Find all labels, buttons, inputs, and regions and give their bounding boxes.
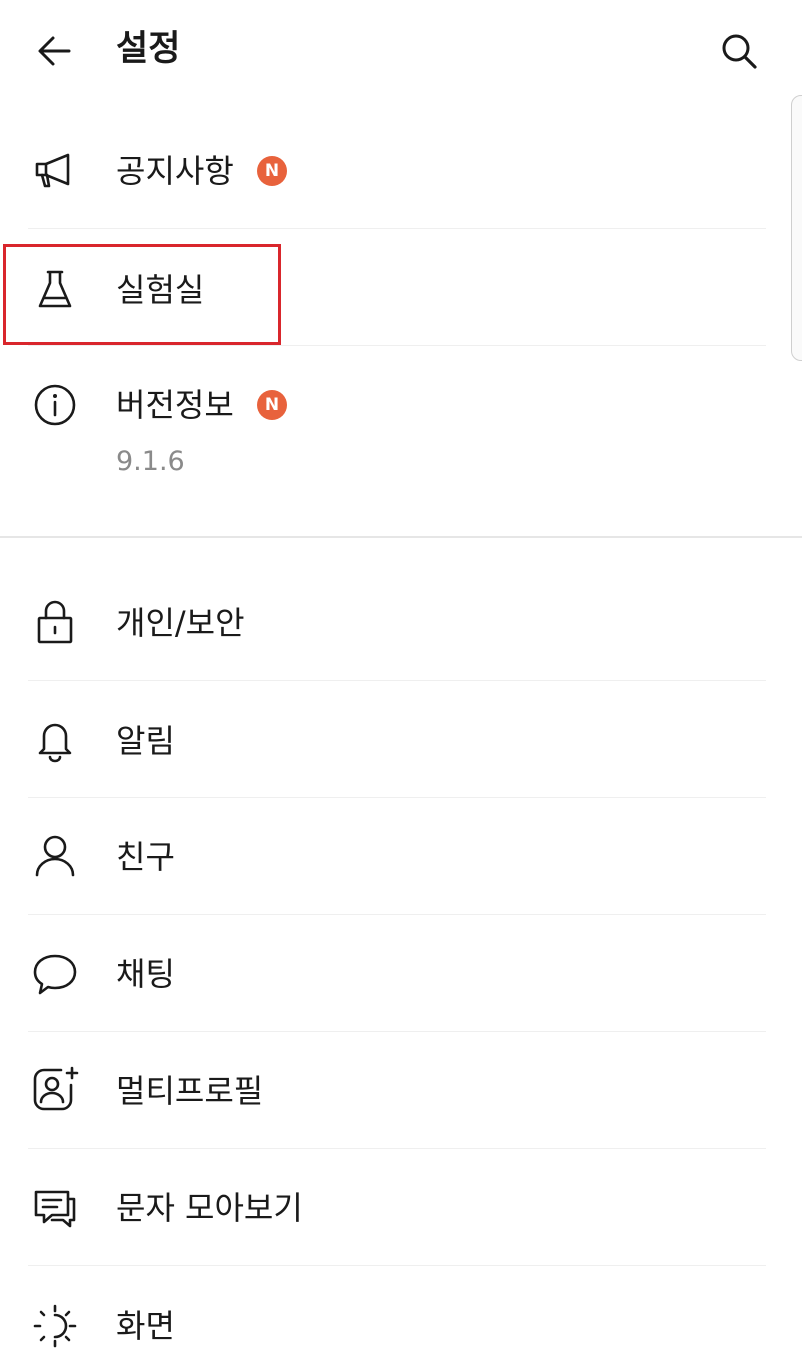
menu-item-privacy[interactable]: 개인/보안 <box>0 565 802 680</box>
menu-item-friends[interactable]: 친구 <box>0 798 802 914</box>
menu-item-label: 공지사항 <box>116 152 234 190</box>
person-icon <box>30 831 80 881</box>
menu-item-multi-profile[interactable]: 멀티프로필 <box>0 1032 802 1148</box>
new-badge: N <box>257 390 287 420</box>
page-title: 설정 <box>116 29 181 69</box>
flask-icon <box>30 265 80 315</box>
new-badge: N <box>257 156 287 186</box>
settings-screen: 설정 공지사항 N 실험실 버전정보 N 9.1.6 개인/보안 알림 친구 채… <box>0 0 802 1372</box>
megaphone-icon <box>30 146 80 196</box>
section-divider <box>0 536 802 538</box>
version-number: 9.1.6 <box>116 446 185 477</box>
menu-item-label: 멀티프로필 <box>116 1072 264 1110</box>
multi-profile-icon <box>30 1064 80 1114</box>
menu-item-message-collection[interactable]: 문자 모아보기 <box>0 1149 802 1265</box>
bell-icon <box>30 715 80 765</box>
menu-item-chat[interactable]: 채팅 <box>0 915 802 1031</box>
menu-item-notifications[interactable]: 알림 <box>0 681 802 797</box>
menu-item-label: 문자 모아보기 <box>116 1189 303 1227</box>
menu-item-lab[interactable]: 실험실 <box>0 229 802 345</box>
menu-item-label: 실험실 <box>116 271 205 309</box>
message-collection-icon <box>30 1184 80 1234</box>
menu-item-label: 버전정보 <box>116 386 234 424</box>
lock-icon <box>30 597 80 647</box>
menu-item-label: 친구 <box>116 838 175 876</box>
back-button[interactable] <box>30 26 80 76</box>
menu-item-label: 화면 <box>116 1307 175 1345</box>
search-icon <box>722 34 757 69</box>
search-button[interactable] <box>714 26 764 76</box>
brightness-icon <box>30 1301 80 1351</box>
menu-item-display[interactable]: 화면 <box>0 1266 802 1372</box>
top-app-bar: 설정 <box>0 0 802 100</box>
arrow-left-icon <box>38 36 71 66</box>
menu-item-label: 개인/보안 <box>116 604 245 642</box>
info-icon <box>30 380 80 430</box>
menu-item-label: 채팅 <box>116 955 175 993</box>
menu-item-notice[interactable]: 공지사항 N <box>0 110 802 228</box>
menu-item-label: 알림 <box>116 722 175 760</box>
chat-bubble-icon <box>30 949 80 999</box>
